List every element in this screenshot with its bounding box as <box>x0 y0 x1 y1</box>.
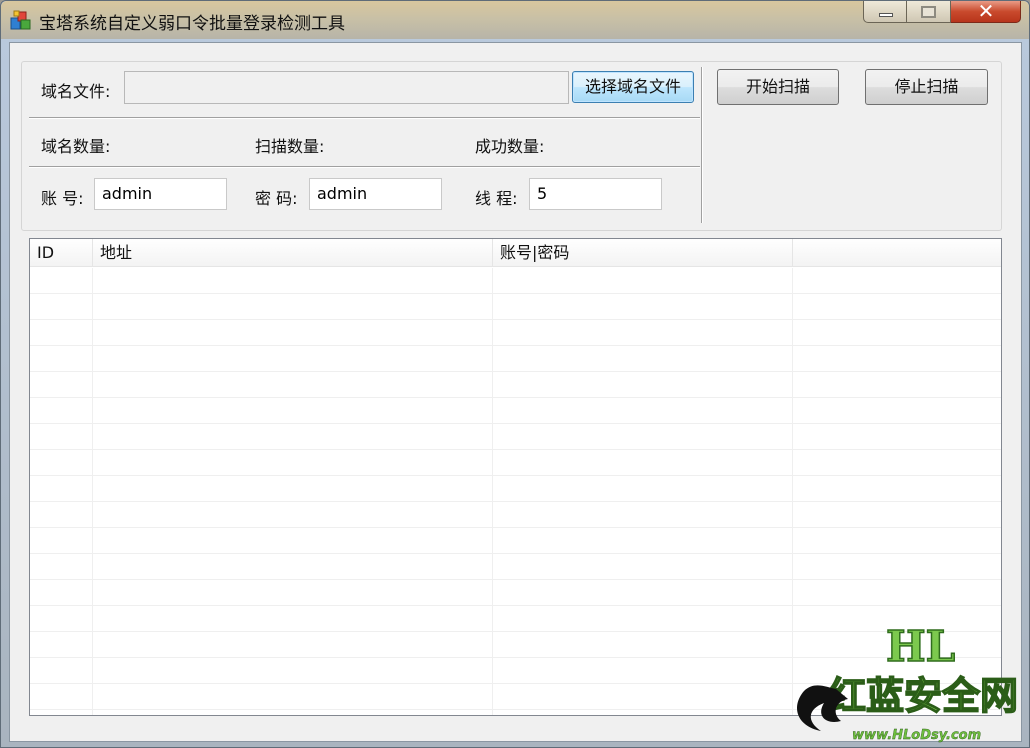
minimize-button[interactable] <box>863 1 907 23</box>
column-gridline <box>92 268 93 715</box>
table-row <box>30 502 1001 528</box>
title-bar[interactable]: 宝塔系统自定义弱口令批量登录检测工具 ✕ <box>1 1 1029 39</box>
column-header-id[interactable]: ID <box>30 239 93 267</box>
table-row <box>30 372 1001 398</box>
threads-label: 线 程: <box>475 189 518 208</box>
caption-buttons: ✕ <box>863 1 1021 23</box>
horizontal-separator <box>29 166 700 168</box>
scan-count-label: 扫描数量: <box>255 137 325 156</box>
table-header: ID 地址 账号|密码 <box>30 239 1001 267</box>
table-row <box>30 320 1001 346</box>
stop-scan-button[interactable]: 停止扫描 <box>865 69 988 105</box>
start-scan-button[interactable]: 开始扫描 <box>717 69 839 105</box>
column-gridline <box>492 268 493 715</box>
table-row <box>30 580 1001 606</box>
domain-file-label: 域名文件: <box>41 82 111 101</box>
threads-input[interactable]: 5 <box>529 178 662 210</box>
maximize-icon <box>921 6 936 18</box>
account-label: 账 号: <box>41 189 84 208</box>
account-input[interactable]: admin <box>94 178 227 210</box>
close-button[interactable]: ✕ <box>951 1 1021 23</box>
table-row <box>30 424 1001 450</box>
maximize-button[interactable] <box>907 1 951 23</box>
column-header-credentials[interactable]: 账号|密码 <box>493 239 793 267</box>
table-row <box>30 294 1001 320</box>
watermark-url: www.HLoDsy.com <box>852 728 981 743</box>
password-input[interactable]: admin <box>309 178 442 210</box>
window-title: 宝塔系统自定义弱口令批量登录检测工具 <box>39 14 345 34</box>
domain-count-label: 域名数量: <box>41 137 111 156</box>
app-icon <box>10 10 31 30</box>
table-row <box>30 554 1001 580</box>
table-row <box>30 268 1001 294</box>
watermark-hl: HL <box>886 622 955 671</box>
horizontal-separator <box>29 117 700 119</box>
table-row <box>30 398 1001 424</box>
column-header-extra[interactable] <box>793 239 1001 267</box>
close-icon: ✕ <box>977 0 995 23</box>
watermark-logo: HL 红蓝安全网 www.HLoDsy.com <box>797 621 1019 743</box>
table-row <box>30 346 1001 372</box>
table-row <box>30 476 1001 502</box>
watermark-site-name: 红蓝安全网 <box>828 674 1018 718</box>
main-window: 宝塔系统自定义弱口令批量登录检测工具 ✕ 域名文件: 选择域名文件 开始扫描 停… <box>0 0 1030 748</box>
domain-file-input[interactable] <box>124 71 569 104</box>
minimize-icon <box>879 13 893 17</box>
table-row <box>30 450 1001 476</box>
table-row <box>30 528 1001 554</box>
vertical-separator <box>701 67 703 223</box>
choose-domain-file-button[interactable]: 选择域名文件 <box>572 71 694 103</box>
column-header-address[interactable]: 地址 <box>93 239 493 267</box>
success-count-label: 成功数量: <box>475 137 545 156</box>
password-label: 密 码: <box>255 189 298 208</box>
